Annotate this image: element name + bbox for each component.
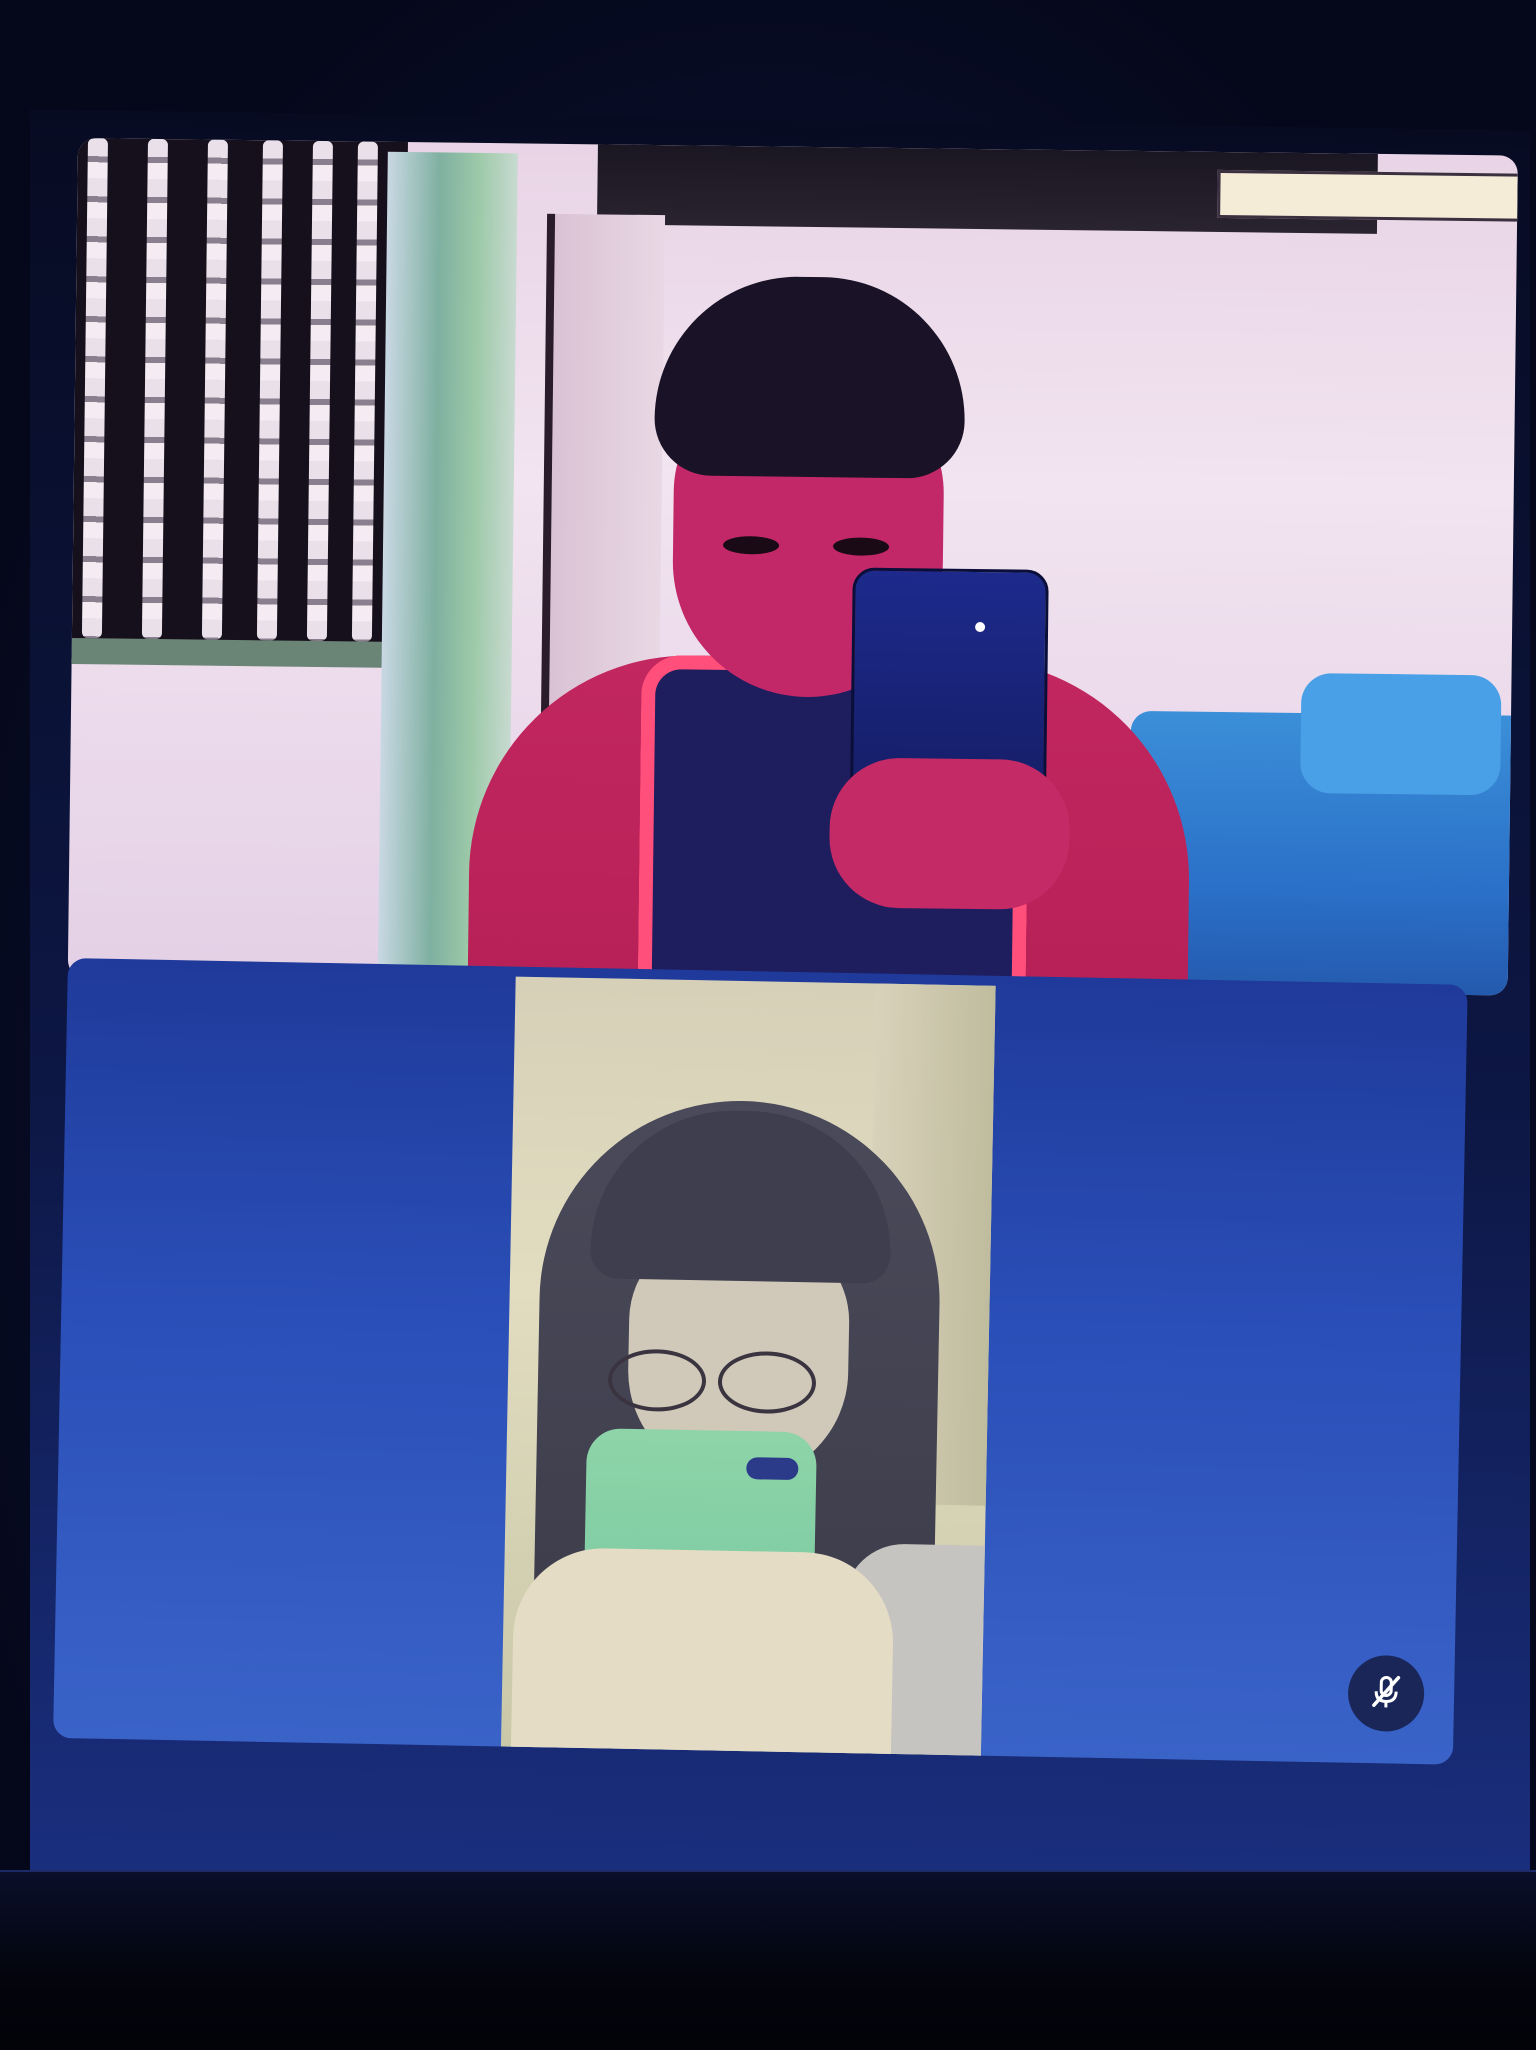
participant-1-figure — [468, 273, 1197, 996]
participant-1-hand — [829, 757, 1071, 910]
participant-2-video-feed — [501, 977, 996, 1764]
railing-base — [72, 638, 402, 668]
phone-camera — [746, 1457, 798, 1480]
participant-video-tile-2[interactable] — [53, 958, 1468, 1765]
baluster — [142, 139, 168, 639]
monitor-screen — [0, 0, 1536, 2048]
pillow — [1300, 673, 1501, 795]
ceiling — [597, 144, 1378, 234]
participant-video-tile-1[interactable] — [68, 138, 1518, 996]
baluster — [352, 141, 378, 641]
baluster — [82, 138, 108, 638]
baluster — [202, 140, 228, 640]
monitor-bezel — [0, 1870, 1536, 2050]
participant-1-hair — [654, 275, 966, 479]
stair-railing — [72, 138, 408, 662]
participant-2-hands — [511, 1547, 895, 1765]
muted-indicator-button[interactable] — [1347, 1655, 1424, 1732]
baluster — [257, 140, 283, 640]
phone-camera — [975, 622, 985, 632]
baluster — [307, 141, 333, 641]
ceiling-light — [1217, 170, 1518, 225]
microphone-off-icon — [1366, 1671, 1407, 1717]
